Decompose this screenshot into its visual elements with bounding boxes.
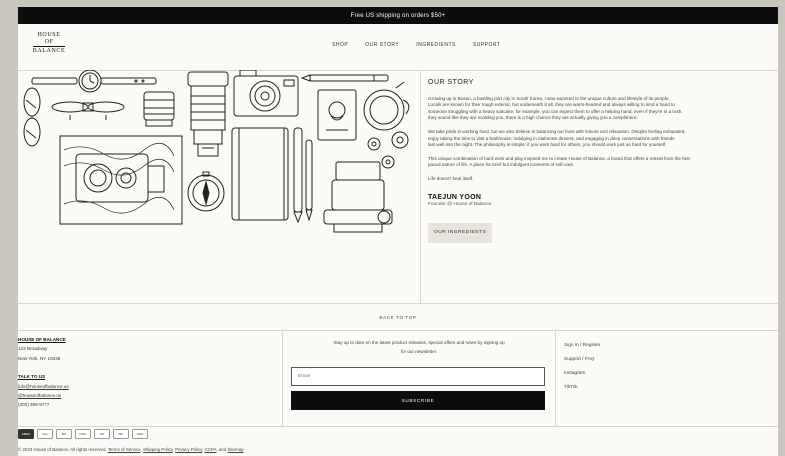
subscribe-button[interactable]: SUBSCRIBE (291, 391, 545, 410)
sunglasses-icon (23, 87, 41, 147)
footer-link-instagram[interactable]: Instagram (564, 367, 601, 381)
footer-contact: HOUSE OF BALANCE 123 Broadway New York, … (18, 330, 283, 426)
logo-line3: BALANCE (32, 48, 66, 54)
footer-link-tiktok[interactable]: TikTok (564, 381, 601, 395)
footer-email-link[interactable]: info@houseofbalance.us (18, 382, 282, 391)
film-camera-icon (323, 161, 393, 233)
amex-icon: AMEX (18, 429, 34, 439)
google-pay-icon: GP (94, 429, 110, 439)
notebook-icon (231, 127, 289, 221)
back-to-top-link[interactable]: BACK TO TOP (18, 304, 778, 331)
footer-handle-link[interactable]: @houseofbalance.us (18, 391, 282, 400)
story-paragraph: We take pride in working hard, but we al… (428, 129, 778, 149)
copyright-and: and (218, 447, 227, 452)
story-title: OUR STORY (428, 79, 474, 86)
map-camera-icon (59, 135, 183, 225)
cup-icon (363, 81, 410, 131)
footer-phone: (302) 399-9777 (18, 402, 50, 408)
newsletter-email-input[interactable] (291, 367, 545, 386)
logo-line2: OF (44, 38, 54, 45)
visa-icon: VISA (132, 429, 148, 439)
sitemap-link[interactable]: Sitemap (227, 447, 243, 452)
ccpa-link[interactable]: CCPA (205, 447, 217, 452)
story-paragraph: This unique combination of hard work and… (428, 156, 778, 169)
newsletter: Stay up to date on the latest product re… (283, 330, 556, 426)
our-ingredients-button[interactable]: OUR INGREDIENTS (428, 222, 493, 244)
discover-icon: DISC (75, 429, 91, 439)
compass-icon (187, 171, 225, 212)
footer-link-signin[interactable]: Sign in / Register (564, 339, 601, 353)
film-roll-icon (367, 131, 409, 169)
page: Free US shipping on orders $50+ HOUSE OF… (18, 7, 778, 456)
site-header: HOUSE OF BALANCE SHOP OUR STORY INGREDIE… (18, 24, 778, 71)
story-line: Locals are known for their tough exterio… (428, 102, 675, 108)
travel-gear-illustration (18, 69, 421, 303)
newsletter-line: Stay up to date on the latest product re… (333, 340, 505, 345)
footer-brand[interactable]: HOUSE OF BALANCE (18, 335, 282, 344)
cable-icon (51, 101, 125, 120)
main-nav: SHOP OUR STORY INGREDIENTS SUPPORT (332, 42, 500, 48)
pencils-icon (293, 127, 313, 224)
footer-address-line: New York, NY 10038 (18, 355, 61, 361)
story-section: OUR STORY Growing up in Busan, a bustlin… (18, 69, 778, 304)
story-line: This unique combination of hard work and… (428, 155, 692, 161)
nav-ingredients[interactable]: INGREDIENTS (416, 42, 456, 48)
author-role: Founder @ House of Balance (428, 202, 492, 208)
newsletter-text: Stay up to date on the latest product re… (293, 338, 545, 356)
newsletter-line: for our newsletter. (400, 349, 438, 354)
announcement-bar: Free US shipping on orders $50+ (18, 7, 778, 24)
privacy-policy-link[interactable]: Privacy Policy (175, 447, 202, 452)
story-paragraph: Growing up in Busan, a bustling port cit… (428, 96, 778, 122)
story-line: someone struggling with a heavy suitcase… (428, 108, 683, 114)
telephoto-lens-icon (187, 71, 229, 157)
camera-icon (233, 69, 299, 117)
story-line: enjoy taking the time to visit a bathhou… (428, 135, 675, 141)
mastercard-icon: MC (113, 429, 129, 439)
footer-link-support[interactable]: Support / FAQ (564, 353, 601, 367)
footer-address-line: 123 Broadway (18, 346, 48, 352)
nav-our-story[interactable]: OUR STORY (365, 42, 399, 48)
shipping-policy-link[interactable]: Shipping Policy (143, 447, 173, 452)
logo-rule (33, 46, 65, 47)
story-line: they sound like they are scolding you, t… (428, 115, 638, 121)
pen-icon (300, 74, 389, 82)
nav-support[interactable]: SUPPORT (473, 42, 501, 48)
lens-icon (143, 91, 175, 127)
apple-pay-icon: Pay (37, 429, 53, 439)
copyright-text: © 2023 House of Balance. All rights rese… (18, 447, 107, 452)
story-content: OUR STORY Growing up in Busan, a bustlin… (428, 79, 778, 244)
payment-icons: AMEX Pay DC DISC GP MC VISA (18, 428, 148, 440)
story-line: We take pride in working hard, but we al… (428, 128, 686, 134)
footer-talk-heading: TALK TO US (18, 374, 46, 380)
diners-club-icon: DC (56, 429, 72, 439)
story-line: last well into the night. The philosophy… (428, 142, 667, 148)
announcement-text: Free US shipping on orders $50+ (350, 12, 446, 19)
nav-shop[interactable]: SHOP (332, 42, 348, 48)
site-footer: HOUSE OF BALANCE 123 Broadway New York, … (18, 330, 778, 427)
terms-link[interactable]: Terms of Service (108, 447, 141, 452)
story-line: paced nature of life. A place for brief … (428, 162, 575, 168)
watch-icon (31, 69, 157, 93)
copyright: © 2023 House of Balance. All rights rese… (18, 447, 244, 452)
footer-links: Sign in / Register Support / FAQ Instagr… (564, 339, 601, 395)
story-line: Growing up in Busan, a bustling port cit… (428, 95, 670, 101)
story-paragraph: Life doesn't heal itself. (428, 175, 474, 181)
passport-icon (317, 89, 357, 141)
logo[interactable]: HOUSE OF BALANCE (29, 32, 69, 55)
author-name: TAEJUN YOON (428, 193, 482, 201)
